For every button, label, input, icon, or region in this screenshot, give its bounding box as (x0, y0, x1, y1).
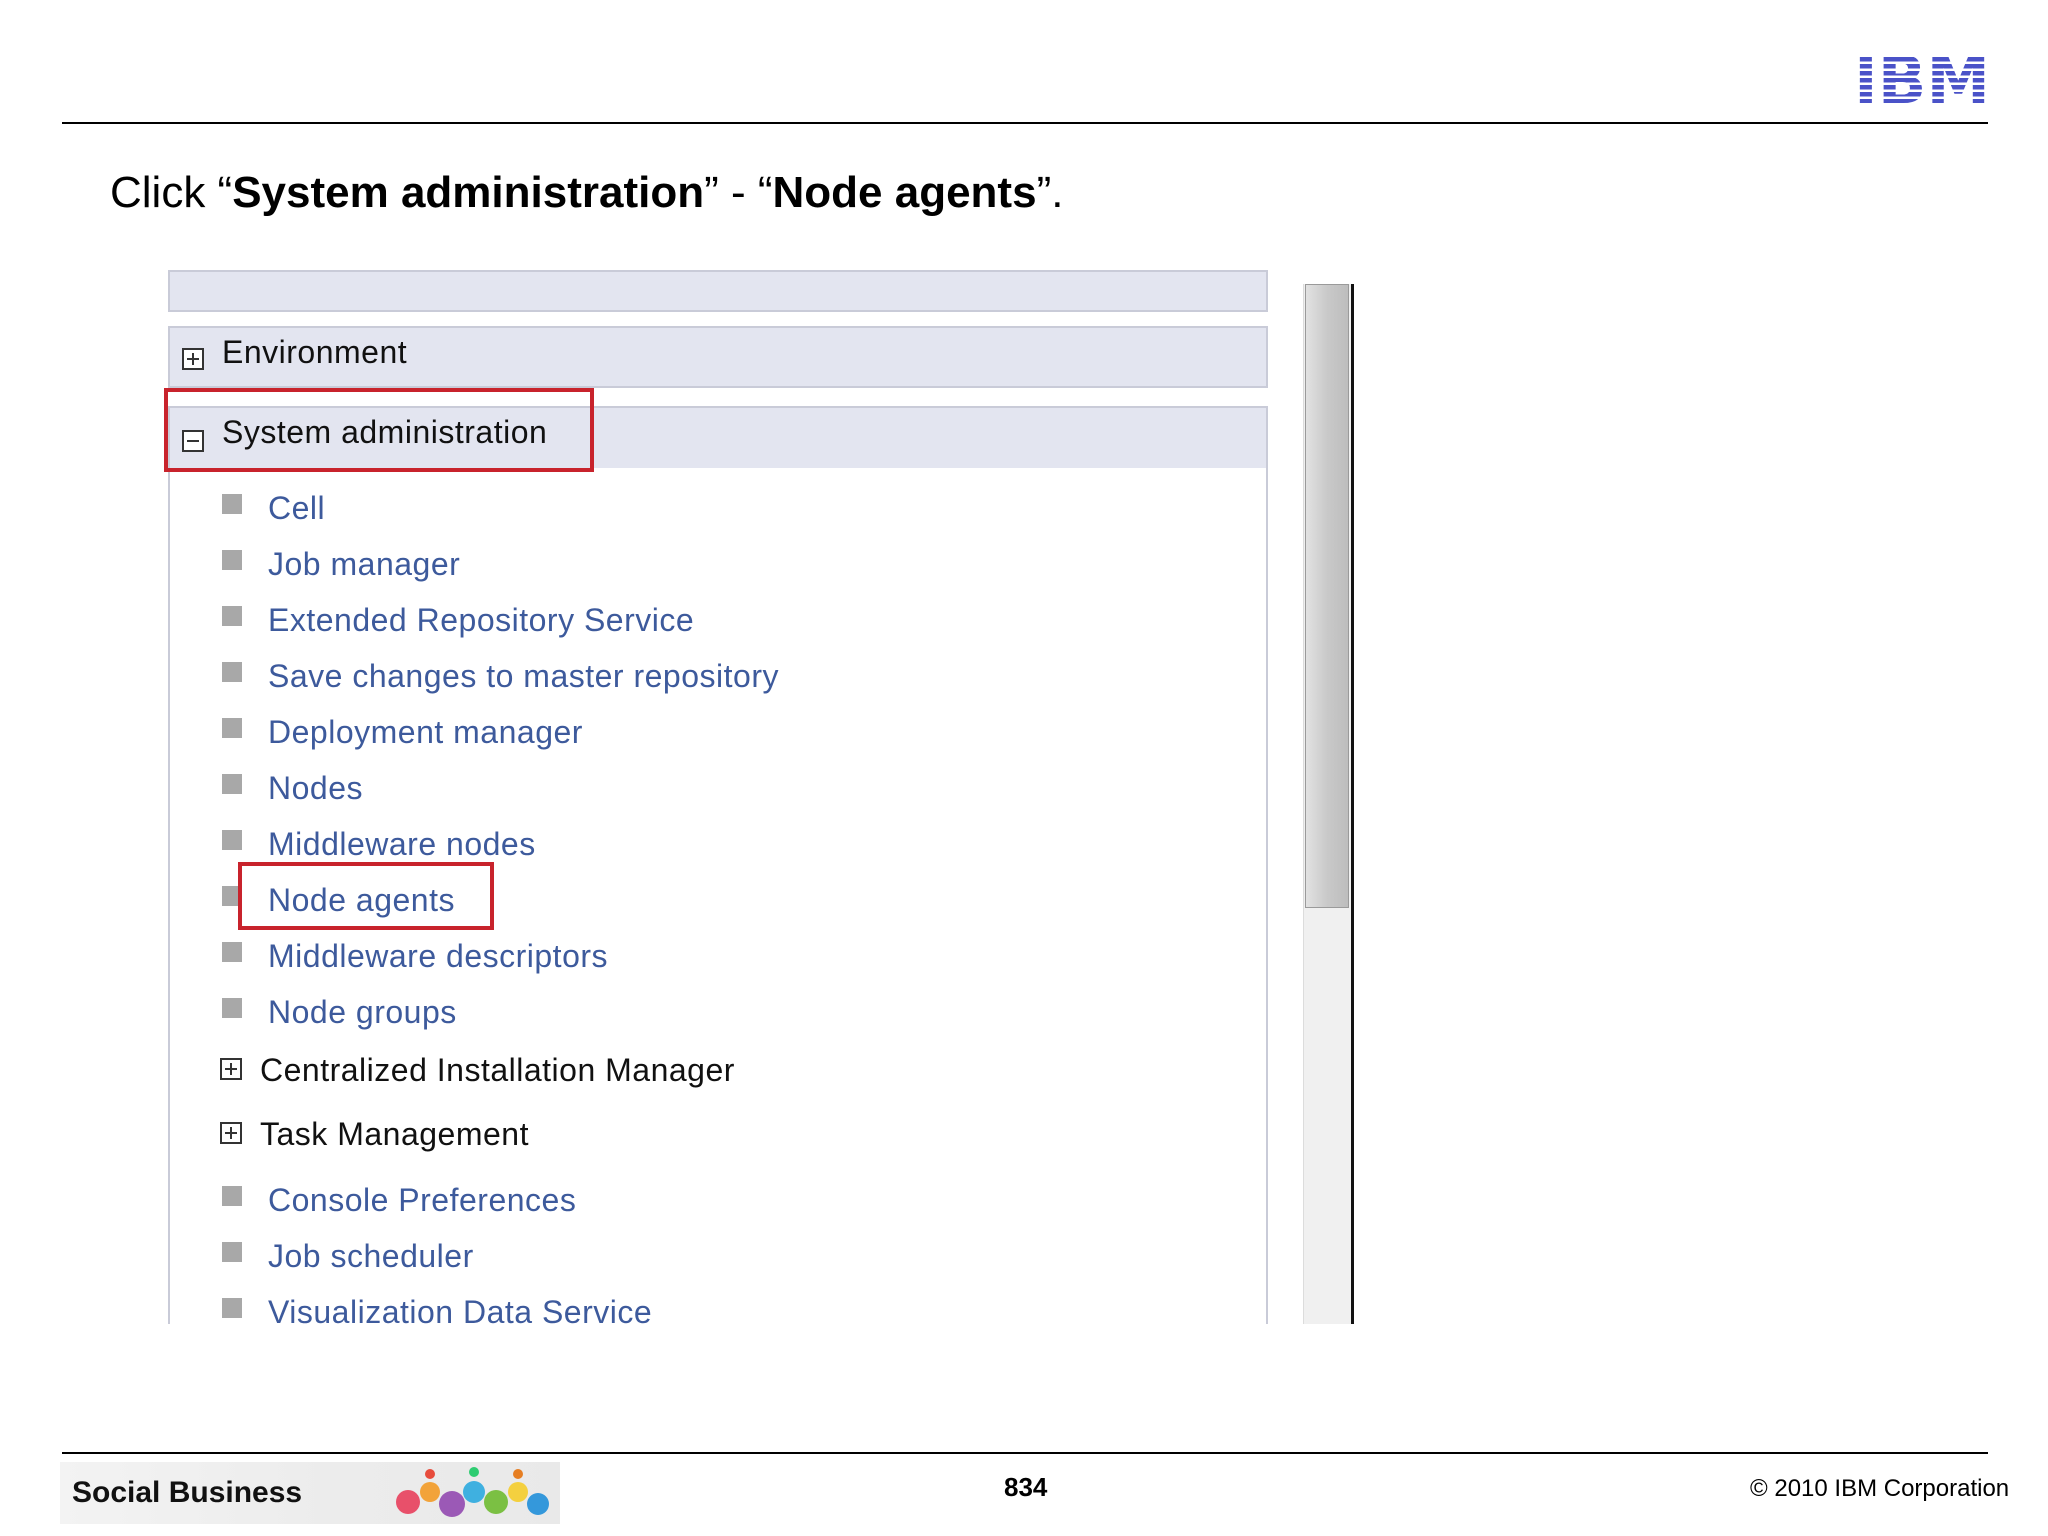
nav-link-label[interactable]: Job manager (268, 546, 460, 583)
nav-link-label[interactable]: Job scheduler (268, 1238, 474, 1275)
copyright-text: © 2010 IBM Corporation (1750, 1475, 2010, 1502)
banner-text: Social Business (72, 1476, 303, 1509)
cutoff-section-header (168, 270, 1268, 312)
header-rule (62, 122, 1988, 124)
footer-rule (62, 1452, 1988, 1454)
bullet-icon (222, 1186, 242, 1206)
highlight-system-administration (164, 388, 594, 472)
instruction-suffix: ”. (1036, 168, 1064, 217)
bullet-icon (222, 998, 242, 1018)
scrollbar-thumb[interactable] (1305, 284, 1349, 908)
highlight-node-agents (238, 862, 494, 930)
nav-group-label[interactable]: Task Management (260, 1116, 529, 1153)
bullet-icon (222, 550, 242, 570)
nav-link-label[interactable]: Middleware nodes (268, 826, 536, 863)
plus-box-icon[interactable] (220, 1058, 242, 1080)
instruction-prefix: Click “ (110, 168, 233, 217)
nav-link-label[interactable]: Extended Repository Service (268, 602, 694, 639)
bullet-icon (222, 830, 242, 850)
nav-link-label[interactable]: Visualization Data Service (268, 1294, 652, 1331)
section-environment-label[interactable]: Environment (222, 334, 407, 371)
instruction-text: Click “System administration” - “Node ag… (110, 168, 1063, 218)
plus-box-icon[interactable] (182, 348, 204, 370)
bullet-icon (222, 606, 242, 626)
instruction-separator: ” - “ (704, 168, 773, 217)
nav-link-label[interactable]: Save changes to master repository (268, 658, 779, 695)
people-graphic-icon (396, 1467, 549, 1517)
instruction-target-2: Node agents (772, 168, 1037, 217)
plus-box-icon[interactable] (220, 1122, 242, 1144)
bullet-icon (222, 718, 242, 738)
bullet-icon (222, 1242, 242, 1262)
bullet-icon (222, 662, 242, 682)
bullet-icon (222, 1298, 242, 1318)
section-environment[interactable]: Environment (168, 326, 1268, 388)
nav-link-label[interactable]: Middleware descriptors (268, 938, 608, 975)
nav-link-label[interactable]: Cell (268, 490, 325, 527)
svg-text:IBM: IBM (1854, 50, 1990, 106)
bullet-icon (222, 942, 242, 962)
nav-link-label[interactable]: Node groups (268, 994, 457, 1031)
bullet-icon (222, 774, 242, 794)
nav-link-label[interactable]: Deployment manager (268, 714, 583, 751)
nav-link-label[interactable]: Nodes (268, 770, 363, 807)
page-number: 834 (1004, 1472, 1048, 1502)
screenshot-border (1351, 284, 1354, 1324)
nav-group-label[interactable]: Centralized Installation Manager (260, 1052, 735, 1089)
bullet-icon (222, 494, 242, 514)
instruction-target-1: System administration (232, 168, 705, 217)
nav-link-label[interactable]: Console Preferences (268, 1182, 576, 1219)
ibm-logo: IBM (1854, 50, 1990, 106)
social-business-banner: Social Business (60, 1462, 560, 1524)
